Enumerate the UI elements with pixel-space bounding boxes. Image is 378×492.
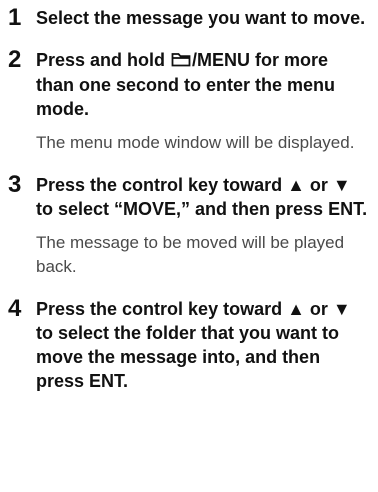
step-4: 4 Press the control key toward ▲ or ▼ to… bbox=[8, 295, 370, 393]
step-2: 2 Press and hold /MENU for more than one… bbox=[8, 46, 370, 155]
step-heading: Press the control key toward ▲ or ▼ to s… bbox=[36, 175, 368, 219]
step-1: 1 Select the message you want to move. bbox=[8, 4, 370, 31]
folder-icon bbox=[171, 49, 191, 73]
step-description: The menu mode window will be displayed. bbox=[36, 133, 355, 152]
step-number: 3 bbox=[8, 171, 22, 198]
step-heading: Press the control key toward ▲ or ▼ to s… bbox=[36, 299, 351, 391]
step-heading: Select the message you want to move. bbox=[36, 8, 366, 28]
step-number: 1 bbox=[8, 4, 22, 31]
instruction-steps: 1 Select the message you want to move. 2… bbox=[8, 4, 370, 393]
step-3: 3 Press the control key toward ▲ or ▼ to… bbox=[8, 171, 370, 279]
step-number: 4 bbox=[8, 295, 22, 322]
step-heading: Press and hold /MENU for more than one s… bbox=[36, 48, 370, 121]
step-number: 2 bbox=[8, 46, 22, 73]
step-heading-part: Press and hold bbox=[36, 50, 171, 70]
step-description: The message to be moved will be played b… bbox=[36, 233, 345, 276]
